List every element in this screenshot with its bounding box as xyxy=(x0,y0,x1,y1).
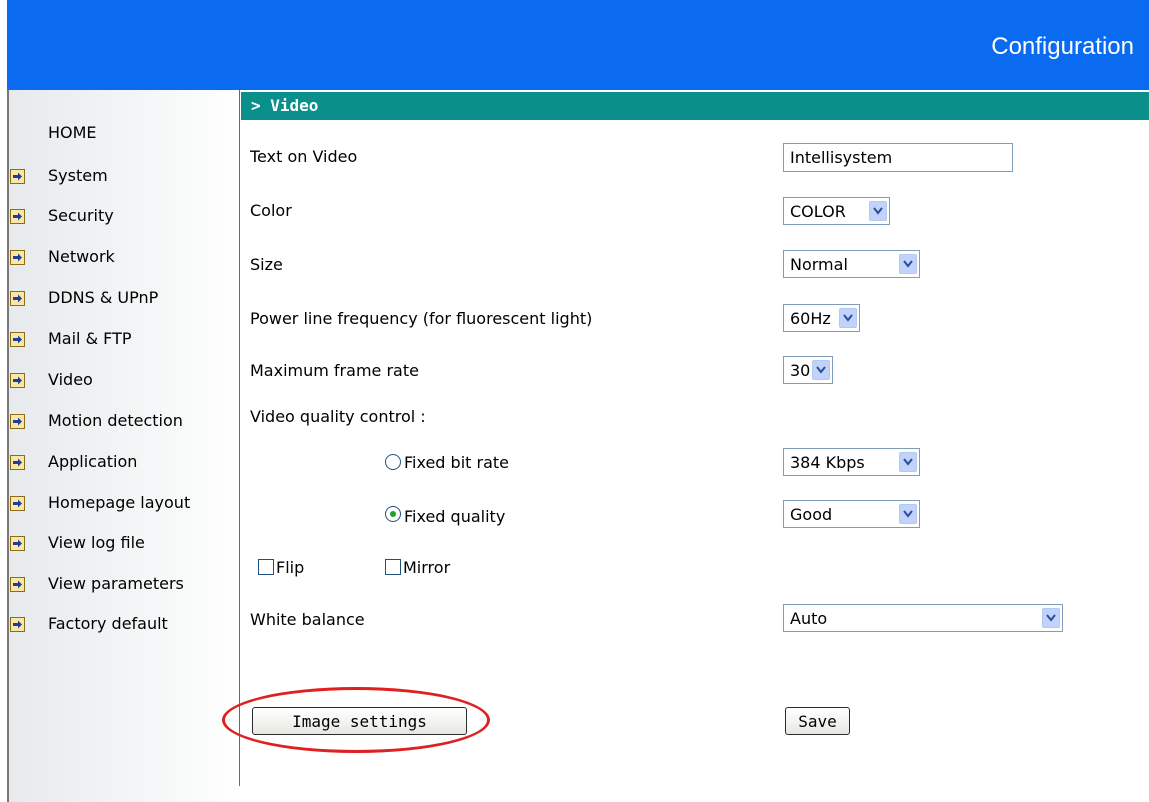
size-label: Size xyxy=(250,255,283,274)
sidebar-home-link[interactable]: HOME xyxy=(48,123,97,142)
bit-rate-select-value: 384 Kbps xyxy=(790,453,865,472)
arrow-right-icon xyxy=(10,169,25,184)
page-title: Configuration xyxy=(991,33,1134,60)
text-on-video-label: Text on Video xyxy=(250,147,358,166)
arrow-right-icon xyxy=(10,617,25,632)
chevron-down-icon xyxy=(839,308,857,328)
quality-select[interactable]: Good xyxy=(783,500,920,528)
fixed-quality-label: Fixed quality xyxy=(404,507,506,526)
radio-selected-dot xyxy=(390,511,396,517)
sidebar-item-label: Homepage layout xyxy=(48,493,191,512)
sidebar-item-label: DDNS & UPnP xyxy=(48,288,159,307)
chevron-down-icon xyxy=(1042,608,1060,628)
sidebar-item-label: Security xyxy=(48,206,114,225)
header-bar: Configuration xyxy=(7,0,1149,90)
text-on-video-input[interactable] xyxy=(783,143,1013,172)
save-button[interactable]: Save xyxy=(785,707,850,735)
sidebar-item-label: Mail & FTP xyxy=(48,329,132,348)
sidebar-item-label: System xyxy=(48,166,108,185)
max-frame-rate-select[interactable]: 30 xyxy=(783,356,833,384)
power-line-select[interactable]: 60Hz xyxy=(783,304,860,332)
fixed-bit-rate-label: Fixed bit rate xyxy=(404,453,510,472)
sidebar-item[interactable]: Security xyxy=(9,204,234,228)
sidebar-item-label: Application xyxy=(48,452,138,471)
sidebar-item[interactable]: View parameters xyxy=(9,572,234,596)
max-frame-rate-label: Maximum frame rate xyxy=(250,361,419,380)
video-quality-control-label: Video quality control : xyxy=(250,407,426,426)
white-balance-select[interactable]: Auto xyxy=(783,604,1063,632)
power-line-select-value: 60Hz xyxy=(790,309,831,328)
flip-label: Flip xyxy=(276,558,305,577)
color-select-value: COLOR xyxy=(790,202,846,221)
sidebar-item-label: Factory default xyxy=(48,614,168,633)
white-balance-label: White balance xyxy=(250,610,365,629)
arrow-right-icon xyxy=(10,536,25,551)
sidebar-item-label: Motion detection xyxy=(48,411,183,430)
arrow-right-icon xyxy=(10,250,25,265)
section-title: > Video xyxy=(251,96,319,115)
sidebar-item[interactable]: Network xyxy=(9,245,234,269)
chevron-down-icon xyxy=(899,254,917,274)
arrow-right-icon xyxy=(10,496,25,511)
arrow-right-icon xyxy=(10,577,25,592)
mirror-checkbox[interactable] xyxy=(385,559,401,575)
sidebar-item-label: Network xyxy=(48,247,115,266)
max-frame-rate-select-value: 30 xyxy=(790,361,811,380)
bit-rate-select[interactable]: 384 Kbps xyxy=(783,448,920,476)
arrow-right-icon xyxy=(10,291,25,306)
chevron-down-icon xyxy=(899,504,917,524)
arrow-right-icon xyxy=(10,209,25,224)
chevron-down-icon xyxy=(899,452,917,472)
sidebar-item[interactable]: Application xyxy=(9,450,234,474)
arrow-right-icon xyxy=(10,414,25,429)
mirror-label: Mirror xyxy=(403,558,451,577)
sidebar-item-label: View log file xyxy=(48,533,145,552)
fixed-bit-rate-radio[interactable] xyxy=(385,454,401,470)
chevron-down-icon xyxy=(869,201,887,221)
section-header: > Video xyxy=(241,92,1149,120)
arrow-right-icon xyxy=(10,455,25,470)
sidebar-item[interactable]: Factory default xyxy=(9,612,234,636)
sidebar-divider xyxy=(239,90,240,786)
arrow-right-icon xyxy=(10,373,25,388)
highlight-ellipse xyxy=(222,687,490,753)
power-line-label: Power line frequency (for fluorescent li… xyxy=(250,309,593,328)
white-balance-select-value: Auto xyxy=(790,609,828,628)
sidebar-item[interactable]: Motion detection xyxy=(9,409,234,433)
size-select-value: Normal xyxy=(790,255,848,274)
sidebar-item-label: Video xyxy=(48,370,93,389)
size-select[interactable]: Normal xyxy=(783,250,920,278)
sidebar-item[interactable]: Mail & FTP xyxy=(9,327,234,351)
sidebar-item[interactable]: Video xyxy=(9,368,234,392)
quality-select-value: Good xyxy=(790,505,833,524)
fixed-quality-radio[interactable] xyxy=(385,506,401,522)
sidebar-item[interactable]: View log file xyxy=(9,531,234,555)
sidebar-item-label: View parameters xyxy=(48,574,184,593)
sidebar xyxy=(9,90,239,802)
chevron-down-icon xyxy=(812,360,830,380)
color-label: Color xyxy=(250,201,292,220)
arrow-right-icon xyxy=(10,332,25,347)
sidebar-item[interactable]: System xyxy=(9,164,234,188)
sidebar-item[interactable]: Homepage layout xyxy=(9,491,234,515)
flip-checkbox[interactable] xyxy=(258,559,274,575)
sidebar-item[interactable]: DDNS & UPnP xyxy=(9,286,234,310)
color-select[interactable]: COLOR xyxy=(783,197,890,225)
